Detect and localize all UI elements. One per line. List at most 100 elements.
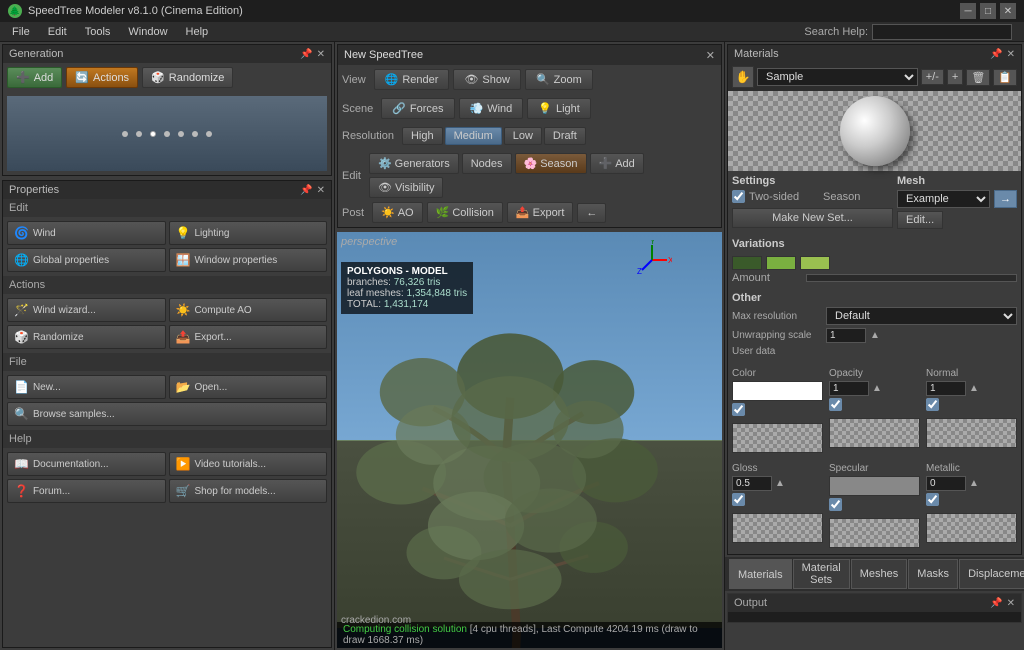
variation-swatch-2[interactable] bbox=[766, 256, 796, 270]
maximize-button[interactable]: □ bbox=[980, 3, 996, 19]
gloss-checkbox[interactable] bbox=[732, 493, 745, 506]
light-button[interactable]: 💡 Light bbox=[527, 98, 591, 119]
mesh-edit-button[interactable]: Edit... bbox=[897, 211, 943, 229]
generators-button[interactable]: ⚙️ Generators bbox=[369, 153, 459, 174]
browse-samples-button[interactable]: 🔍 Browse samples... bbox=[7, 402, 327, 426]
specular-checkbox[interactable] bbox=[829, 498, 842, 511]
lighting-button[interactable]: 💡 Lighting bbox=[169, 221, 328, 245]
tab-material-sets[interactable]: Material Sets bbox=[793, 559, 850, 589]
variation-swatch-3[interactable] bbox=[800, 256, 830, 270]
high-res-button[interactable]: High bbox=[402, 127, 443, 145]
visibility-button[interactable]: 👁 Visibility bbox=[369, 177, 444, 198]
menu-tools[interactable]: Tools bbox=[77, 24, 119, 40]
mat-close-button[interactable]: ✕ bbox=[1007, 49, 1015, 60]
gen-pin-button[interactable]: 📌 bbox=[300, 49, 312, 60]
opacity-up-icon[interactable]: ▲ bbox=[872, 383, 882, 394]
season-button[interactable]: 🌸 Season bbox=[515, 153, 587, 174]
material-name-select[interactable]: Sample bbox=[757, 68, 918, 86]
preview-dot-5[interactable] bbox=[178, 131, 184, 137]
back-button[interactable]: ← bbox=[577, 203, 606, 223]
wind-scene-button[interactable]: 💨 Wind bbox=[459, 98, 524, 119]
export-button[interactable]: 📤 Export... bbox=[169, 325, 328, 349]
compute-ao-button[interactable]: ☀️ Compute AO bbox=[169, 298, 328, 322]
mat-plus-minus-button[interactable]: +/- bbox=[921, 69, 944, 85]
preview-dot-4[interactable] bbox=[164, 131, 170, 137]
max-res-select[interactable]: Default bbox=[826, 307, 1017, 325]
docs-button[interactable]: 📖 Documentation... bbox=[7, 452, 166, 476]
two-sided-checkbox[interactable] bbox=[732, 190, 745, 203]
search-input[interactable] bbox=[872, 24, 1012, 40]
mat-add-button[interactable]: + bbox=[947, 69, 963, 85]
zoom-button[interactable]: 🔍 Zoom bbox=[525, 69, 593, 90]
video-button[interactable]: ▶️ Video tutorials... bbox=[169, 452, 328, 476]
draft-res-button[interactable]: Draft bbox=[544, 127, 586, 145]
add-button[interactable]: ➕ Add bbox=[7, 67, 62, 88]
export-edit-button[interactable]: 📤 Export bbox=[507, 202, 574, 223]
menu-help[interactable]: Help bbox=[178, 24, 217, 40]
mesh-arrow-button[interactable]: → bbox=[994, 190, 1017, 208]
actions-randomize-button[interactable]: 🎲 Randomize bbox=[7, 325, 166, 349]
normal-up-icon[interactable]: ▲ bbox=[969, 383, 979, 394]
normal-texture[interactable] bbox=[926, 418, 1017, 448]
minimize-button[interactable]: ─ bbox=[960, 3, 976, 19]
tab-meshes[interactable]: Meshes bbox=[851, 559, 908, 589]
unwrap-up-icon[interactable]: ▲ bbox=[870, 330, 880, 341]
menu-window[interactable]: Window bbox=[120, 24, 175, 40]
variation-swatch-1[interactable] bbox=[732, 256, 762, 270]
tab-materials[interactable]: Materials bbox=[729, 559, 792, 589]
preview-dot-6[interactable] bbox=[192, 131, 198, 137]
collision-button[interactable]: 🌿 Collision bbox=[427, 202, 503, 223]
props-pin-button[interactable]: 📌 bbox=[300, 185, 312, 196]
forum-button[interactable]: ❓ Forum... bbox=[7, 479, 166, 503]
specular-texture[interactable] bbox=[829, 518, 920, 548]
randomize-button[interactable]: 🎲 Randomize bbox=[142, 67, 233, 88]
window-properties-button[interactable]: 🪟 Window properties bbox=[169, 248, 328, 272]
color-texture[interactable] bbox=[732, 423, 823, 453]
preview-dot-3[interactable] bbox=[150, 131, 156, 137]
preview-dot-2[interactable] bbox=[136, 131, 142, 137]
opacity-input[interactable] bbox=[829, 381, 869, 396]
ao-button[interactable]: ☀️ AO bbox=[372, 202, 423, 223]
shop-button[interactable]: 🛒 Shop for models... bbox=[169, 479, 328, 503]
gloss-input[interactable] bbox=[732, 476, 772, 491]
wind-button[interactable]: 🌀 Wind bbox=[7, 221, 166, 245]
metallic-input[interactable] bbox=[926, 476, 966, 491]
normal-input[interactable] bbox=[926, 381, 966, 396]
global-properties-button[interactable]: 🌐 Global properties bbox=[7, 248, 166, 272]
metallic-texture[interactable] bbox=[926, 513, 1017, 543]
opacity-texture[interactable] bbox=[829, 418, 920, 448]
preview-dot-1[interactable] bbox=[122, 131, 128, 137]
color-swatch[interactable] bbox=[732, 381, 823, 401]
gloss-texture[interactable] bbox=[732, 513, 823, 543]
normal-checkbox[interactable] bbox=[926, 398, 939, 411]
low-res-button[interactable]: Low bbox=[504, 127, 542, 145]
add-edit-button[interactable]: ➕ Add bbox=[590, 153, 644, 174]
gen-close-button[interactable]: ✕ bbox=[317, 49, 325, 60]
mat-pin-button[interactable]: 📌 bbox=[990, 49, 1002, 60]
color-checkbox[interactable] bbox=[732, 403, 745, 416]
nodes-button[interactable]: Nodes bbox=[462, 153, 512, 174]
open-button[interactable]: 📂 Open... bbox=[169, 375, 328, 399]
make-new-set-button[interactable]: Make New Set... bbox=[732, 208, 893, 228]
render-button[interactable]: 🌐 Render bbox=[374, 69, 450, 90]
tab-displacements[interactable]: Displacements bbox=[959, 559, 1024, 589]
medium-res-button[interactable]: Medium bbox=[445, 127, 502, 145]
mesh-example-select[interactable]: Example bbox=[897, 190, 990, 208]
specular-swatch[interactable] bbox=[829, 476, 920, 496]
preview-dot-7[interactable] bbox=[206, 131, 212, 137]
metallic-up-icon[interactable]: ▲ bbox=[969, 478, 979, 489]
metallic-checkbox[interactable] bbox=[926, 493, 939, 506]
menu-file[interactable]: File bbox=[4, 24, 38, 40]
actions-button[interactable]: 🔄 Actions bbox=[66, 67, 138, 88]
mat-copy-button[interactable]: 📋 bbox=[993, 69, 1017, 86]
tab-masks[interactable]: Masks bbox=[908, 559, 958, 589]
mat-delete-button[interactable]: 🗑 bbox=[966, 69, 990, 86]
unwrap-input[interactable] bbox=[826, 328, 866, 343]
close-button[interactable]: ✕ bbox=[1000, 3, 1016, 19]
menu-edit[interactable]: Edit bbox=[40, 24, 75, 40]
forces-button[interactable]: 🔗 Forces bbox=[381, 98, 454, 119]
tab-close-button[interactable]: ✕ bbox=[706, 49, 715, 62]
hand-tool-button[interactable]: ✋ bbox=[732, 66, 754, 88]
opacity-checkbox[interactable] bbox=[829, 398, 842, 411]
output-pin-button[interactable]: 📌 bbox=[990, 598, 1002, 609]
